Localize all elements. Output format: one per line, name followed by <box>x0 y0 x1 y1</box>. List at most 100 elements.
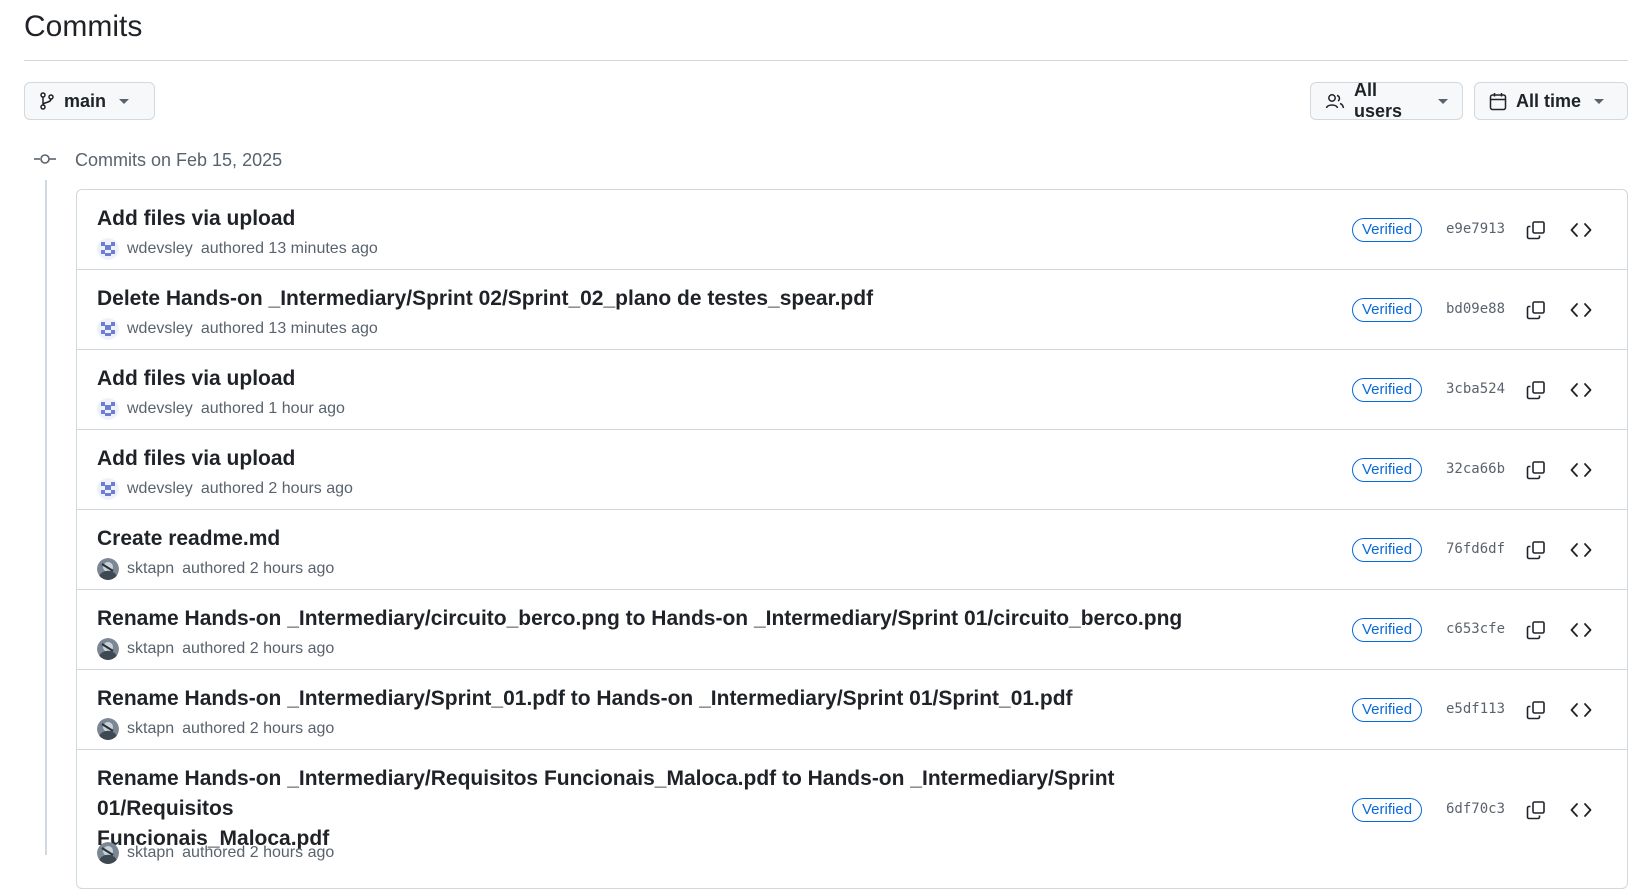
timeline-line <box>45 180 47 855</box>
commit-title-link[interactable]: Rename Hands-on _Intermediary/circuito_b… <box>97 604 1247 634</box>
git-commit-icon <box>34 152 56 170</box>
people-icon <box>1325 92 1345 110</box>
commit-row: Add files via upload wdevsley authored 13 … <box>77 190 1627 270</box>
commit-sha-link[interactable]: c653cfe <box>1446 621 1505 637</box>
verified-badge[interactable]: Verified <box>1352 798 1423 822</box>
commit-title-text: Add files via upload <box>97 447 296 470</box>
commit-author[interactable]: sktapn <box>127 720 174 738</box>
git-branch-icon <box>39 92 55 110</box>
code-icon[interactable] <box>1568 537 1594 563</box>
commit-author[interactable]: wdevsley <box>127 320 193 338</box>
verified-badge[interactable]: Verified <box>1352 538 1423 562</box>
avatar[interactable] <box>97 558 119 580</box>
verified-badge[interactable]: Verified <box>1352 298 1423 322</box>
commit-group-date: Commits on Feb 15, 2025 <box>75 150 283 170</box>
code-icon[interactable] <box>1568 797 1594 823</box>
calendar-icon <box>1489 92 1507 111</box>
code-icon[interactable] <box>1568 377 1594 403</box>
commit-sha-link[interactable]: 3cba524 <box>1446 381 1505 397</box>
commit-meta: sktapn authored 2 hours ago <box>97 718 334 740</box>
commit-title-text: Rename Hands-on _Intermediary/Requisitos… <box>97 767 1115 820</box>
commit-meta: wdevsley authored 2 hours ago <box>97 478 353 500</box>
commit-meta: wdevsley authored 13 minutes ago <box>97 238 378 260</box>
users-filter-button[interactable]: All users <box>1310 80 1463 121</box>
verified-badge[interactable]: Verified <box>1352 458 1423 482</box>
commit-sha-link[interactable]: 32ca66b <box>1446 461 1505 477</box>
verified-badge[interactable]: Verified <box>1352 698 1423 722</box>
users-filter-label: All users <box>1354 80 1403 121</box>
chevron-down-icon <box>119 98 130 104</box>
commit-sha-link[interactable]: 6df70c3 <box>1446 801 1505 817</box>
commit-title-link[interactable]: Add files via upload <box>97 364 1247 394</box>
commit-time: authored 1 hour ago <box>200 400 345 417</box>
commit-author[interactable]: wdevsley <box>127 240 193 258</box>
commit-meta: sktapn authored 2 hours ago <box>97 558 334 580</box>
commit-list: Add files via upload wdevsley authored 13 … <box>76 189 1628 889</box>
copy-icon[interactable] <box>1523 457 1549 483</box>
code-icon[interactable] <box>1568 297 1594 323</box>
commit-row: Add files via upload wdevsley authored 2 h… <box>77 430 1627 510</box>
copy-icon[interactable] <box>1523 217 1549 243</box>
copy-icon[interactable] <box>1523 297 1549 323</box>
copy-icon[interactable] <box>1523 617 1549 643</box>
code-icon[interactable] <box>1568 697 1594 723</box>
commit-title-link[interactable]: Delete Hands-on _Intermediary/Sprint 02/… <box>97 284 1247 314</box>
commit-title-text: Rename Hands-on _Intermediary/circuito_b… <box>97 607 1183 630</box>
chevron-down-icon <box>1438 98 1448 104</box>
commit-sha-link[interactable]: 76fd6df <box>1446 541 1505 557</box>
verified-badge[interactable]: Verified <box>1352 378 1423 402</box>
avatar[interactable] <box>97 398 119 420</box>
title-divider <box>24 60 1628 61</box>
commit-time: authored 2 hours ago <box>182 560 335 577</box>
copy-icon[interactable] <box>1523 377 1549 403</box>
code-icon[interactable] <box>1568 457 1594 483</box>
page-title: Commits <box>24 10 143 43</box>
branch-select-button[interactable]: main <box>24 82 155 120</box>
commit-title-link[interactable]: Add files via upload <box>97 204 1247 234</box>
commit-author[interactable]: sktapn <box>127 640 174 658</box>
avatar[interactable] <box>97 238 119 260</box>
commit-title-text: Rename Hands-on _Intermediary/Sprint_01.… <box>97 687 1073 710</box>
commit-row: Create readme.md sktapn authored 2 hours a… <box>77 510 1627 590</box>
commit-sha-link[interactable]: e5df113 <box>1446 701 1505 717</box>
commit-meta: wdevsley authored 1 hour ago <box>97 398 345 420</box>
avatar[interactable] <box>97 718 119 740</box>
commit-title-link[interactable]: Rename Hands-on _Intermediary/Requisitos… <box>97 764 1247 854</box>
commit-time: authored 2 hours ago <box>182 844 335 861</box>
commit-row: Rename Hands-on _Intermediary/Requisitos… <box>77 750 1627 870</box>
commit-author[interactable]: wdevsley <box>127 480 193 498</box>
verified-badge[interactable]: Verified <box>1352 218 1423 242</box>
commit-meta: sktapn authored 2 hours ago <box>97 638 334 660</box>
commit-author[interactable]: sktapn <box>127 560 174 578</box>
commit-title-text: Add files via upload <box>97 207 296 230</box>
commit-title-text: Delete Hands-on _Intermediary/Sprint 02/… <box>97 287 874 310</box>
code-icon[interactable] <box>1568 217 1594 243</box>
commit-title-link[interactable]: Add files via upload <box>97 444 1247 474</box>
copy-icon[interactable] <box>1523 797 1549 823</box>
commit-time: authored 2 hours ago <box>200 480 353 497</box>
commit-meta: wdevsley authored 13 minutes ago <box>97 318 378 340</box>
commit-title-text: Create readme.md <box>97 527 281 550</box>
copy-icon[interactable] <box>1523 537 1549 563</box>
commit-sha-link[interactable]: bd09e88 <box>1446 301 1505 317</box>
branch-label: main <box>64 90 107 111</box>
commit-sha-link[interactable]: e9e7913 <box>1446 221 1505 237</box>
time-filter-label: All time <box>1516 90 1582 111</box>
avatar[interactable] <box>97 638 119 660</box>
verified-badge[interactable]: Verified <box>1352 618 1423 642</box>
avatar[interactable] <box>97 842 119 864</box>
copy-icon[interactable] <box>1523 697 1549 723</box>
time-filter-button[interactable]: All time <box>1474 82 1628 120</box>
commit-author[interactable]: wdevsley <box>127 400 193 418</box>
commit-time: authored 2 hours ago <box>182 720 335 737</box>
commit-row: Rename Hands-on _Intermediary/Sprint_01.… <box>77 670 1627 750</box>
avatar[interactable] <box>97 478 119 500</box>
avatar[interactable] <box>97 318 119 340</box>
commit-author[interactable]: sktapn <box>127 844 174 862</box>
commit-row: Delete Hands-on _Intermediary/Sprint 02/… <box>77 270 1627 350</box>
commit-title-link[interactable]: Create readme.md <box>97 524 1247 554</box>
commit-title-link[interactable]: Rename Hands-on _Intermediary/Sprint_01.… <box>97 684 1247 714</box>
code-icon[interactable] <box>1568 617 1594 643</box>
chevron-down-icon <box>1594 98 1605 104</box>
commit-time: authored 13 minutes ago <box>200 320 378 337</box>
